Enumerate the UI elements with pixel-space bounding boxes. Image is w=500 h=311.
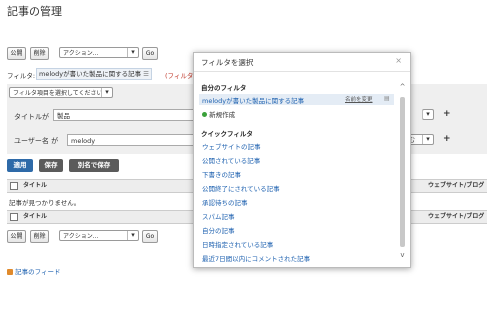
action-select-value: アクション... — [63, 50, 99, 57]
my-filter-link[interactable]: melodyが書いた製品に関する記事 — [202, 95, 304, 105]
quick-filter-item[interactable]: スパム記事 — [202, 211, 235, 221]
filter-select-dialog: フィルタを選択 × 自分のフィルタ melodyが書いた製品に関する記事 名前を… — [193, 52, 411, 268]
quick-filter-item[interactable]: 承認待ちの記事 — [202, 197, 248, 207]
scrollbar-thumb[interactable] — [400, 97, 405, 247]
chevron-down-icon: ▾ — [127, 231, 138, 240]
new-filter-label: 新規作成 — [209, 111, 236, 119]
feed-link[interactable]: 記事のフィード — [7, 266, 60, 276]
column-title[interactable]: タイトル — [23, 211, 47, 223]
close-icon[interactable]: × — [395, 56, 402, 65]
quick-filter-item[interactable]: 公開されている記事 — [202, 155, 260, 165]
title-condition-select[interactable]: ▾ — [422, 109, 434, 120]
save-as-button[interactable]: 別名で保存 — [69, 159, 119, 172]
quick-filter-item[interactable]: 自分の記事 — [202, 225, 235, 235]
column-site[interactable]: ウェブサイト/ブログ — [428, 180, 484, 192]
filter-label: フィルタ: — [7, 72, 36, 80]
action-select[interactable]: アクション... ▾ — [59, 47, 139, 58]
delete-button[interactable]: 削除 — [30, 47, 49, 60]
my-filters-heading: 自分のフィルタ — [201, 84, 247, 92]
add-condition-icon[interactable]: + — [443, 109, 451, 119]
quick-filter-item[interactable]: 最近7日間以内にコメントされた記事 — [202, 253, 310, 263]
title-filter-label: タイトルが — [14, 113, 49, 121]
column-site[interactable]: ウェブサイト/ブログ — [428, 211, 484, 223]
filter-item-select[interactable]: フィルタ項目を選択してください ▾ — [9, 87, 113, 98]
current-filter-name: melodyが書いた製品に関する記事 — [39, 70, 142, 78]
go-button[interactable]: Go — [142, 47, 158, 60]
chevron-down-icon: ▾ — [422, 135, 433, 144]
select-all-checkbox[interactable] — [10, 213, 18, 221]
rss-icon — [7, 269, 13, 275]
apply-button[interactable]: 適用 — [7, 159, 33, 172]
rename-link[interactable]: 名前を変更 — [345, 95, 373, 103]
page-title: 記事の管理 — [7, 5, 62, 18]
scroll-down-icon[interactable]: v — [399, 251, 406, 259]
dialog-header: フィルタを選択 × — [194, 53, 410, 72]
add-circle-icon — [202, 112, 207, 117]
quick-filter-item[interactable]: 公開終了にされている記事 — [202, 183, 280, 193]
current-filter[interactable]: melodyが書いた製品に関する記事 ☰ — [36, 68, 152, 80]
new-filter-link[interactable]: 新規作成 — [202, 109, 235, 119]
user-filter-label: ユーザー名 が — [14, 137, 59, 145]
chevron-down-icon: ▾ — [127, 48, 138, 57]
add-condition-icon[interactable]: + — [443, 134, 451, 144]
scroll-up-icon[interactable]: ^ — [399, 83, 406, 91]
quick-filter-item[interactable]: ウェブサイトの記事 — [202, 141, 261, 151]
empty-message: 記事が見つかりません。 — [9, 199, 81, 207]
save-button[interactable]: 保存 — [39, 159, 63, 172]
action-select[interactable]: アクション... ▾ — [59, 230, 139, 241]
action-select-value: アクション... — [63, 233, 99, 240]
select-all-checkbox[interactable] — [10, 182, 18, 190]
go-button[interactable]: Go — [142, 230, 158, 243]
trash-icon[interactable]: ▤ — [384, 95, 390, 102]
delete-button[interactable]: 削除 — [30, 230, 49, 243]
quick-filter-item[interactable]: 日時指定されている記事 — [202, 239, 273, 249]
quick-filter-item[interactable]: 下書きの記事 — [202, 169, 241, 179]
list-icon: ☰ — [143, 70, 149, 78]
my-filter-row[interactable]: melodyが書いた製品に関する記事 名前を変更 ▤ — [199, 94, 394, 105]
feed-link-label: 記事のフィード — [15, 268, 61, 276]
chevron-down-icon: ▾ — [422, 110, 433, 119]
dialog-scrollbar[interactable]: ^ v — [397, 83, 408, 263]
publish-button[interactable]: 公開 — [7, 230, 26, 243]
column-title[interactable]: タイトル — [23, 180, 47, 192]
filter-item-select-value: フィルタ項目を選択してください — [13, 90, 103, 97]
publish-button[interactable]: 公開 — [7, 47, 26, 60]
chevron-down-icon: ▾ — [101, 88, 112, 97]
quick-filters-heading: クイックフィルタ — [201, 130, 253, 138]
dialog-title: フィルタを選択 — [201, 58, 254, 67]
